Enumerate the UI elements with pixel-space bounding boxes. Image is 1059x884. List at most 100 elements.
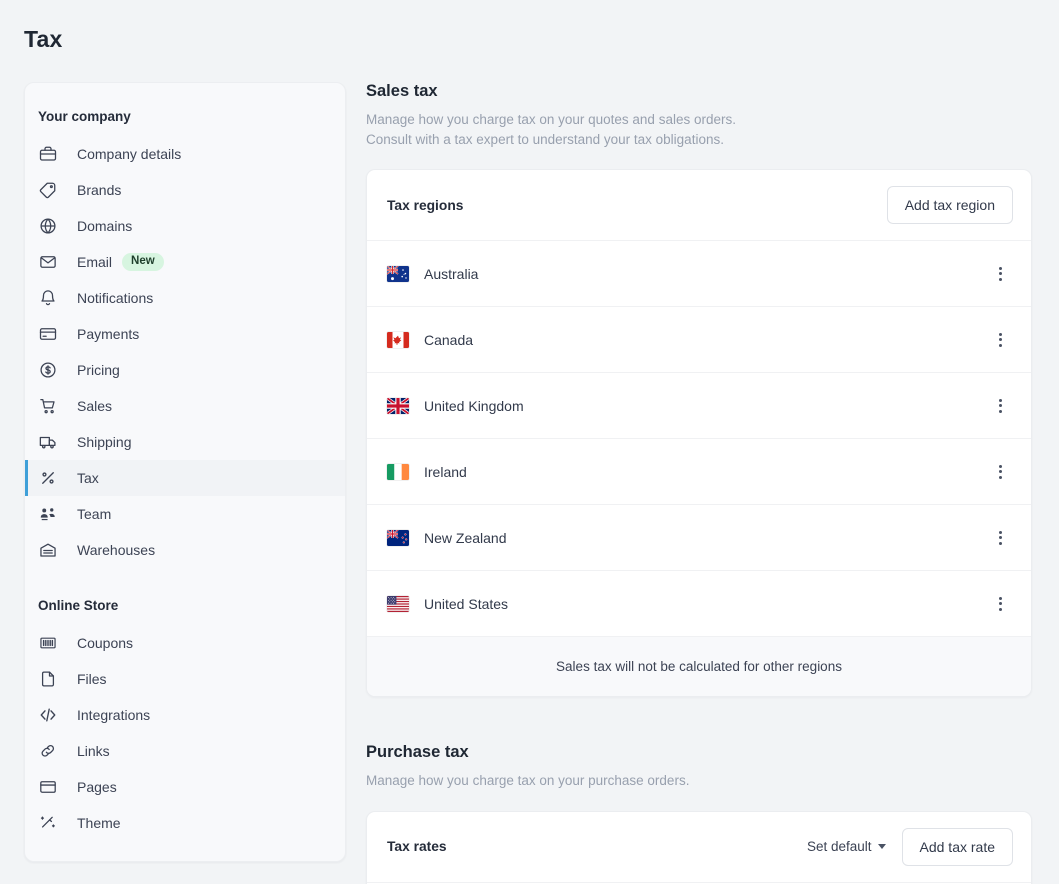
add-tax-region-button[interactable]: Add tax region xyxy=(886,186,1013,224)
briefcase-icon xyxy=(38,144,58,164)
code-icon xyxy=(38,705,58,725)
row-options-kebab-icon[interactable] xyxy=(989,593,1011,615)
sidebar-item-label: Shipping xyxy=(77,434,132,450)
tax-region-label: United Kingdom xyxy=(424,397,524,414)
status-badge-new: New xyxy=(122,253,164,271)
flag-ie-icon xyxy=(387,463,409,480)
sidebar-item-label: Warehouses xyxy=(77,542,156,558)
settings-sidebar: Your company Company details Brands Doma… xyxy=(24,82,346,862)
add-tax-rate-button[interactable]: Add tax rate xyxy=(901,827,1013,866)
sidebar-item-label: Files xyxy=(77,671,107,687)
sidebar-item-label: Tax xyxy=(77,470,99,486)
sidebar-item-team[interactable]: Team xyxy=(25,496,345,532)
tax-settings-page: Tax Your company Company details Brands xyxy=(0,0,1059,884)
barcode-icon xyxy=(38,633,58,653)
globe-icon xyxy=(38,216,58,236)
sidebar-item-notifications[interactable]: Notifications xyxy=(25,280,345,316)
row-options-kebab-icon[interactable] xyxy=(989,329,1011,351)
sidebar-item-brands[interactable]: Brands xyxy=(25,172,345,208)
tax-regions-card: Tax regions Add tax region Australia Can… xyxy=(366,169,1032,697)
main-content: Sales tax Manage how you charge tax on y… xyxy=(366,82,1032,884)
envelope-icon xyxy=(38,252,58,272)
set-default-dropdown[interactable]: Set default xyxy=(807,839,886,854)
table-row[interactable]: Canada xyxy=(367,306,1031,372)
flag-au-icon xyxy=(387,265,409,282)
tax-regions-heading: Tax regions xyxy=(387,197,464,213)
purchase-tax-description: Manage how you charge tax on your purcha… xyxy=(366,773,690,788)
sidebar-item-coupons[interactable]: Coupons xyxy=(25,625,345,661)
sidebar-group-title: Your company xyxy=(38,109,131,124)
tax-region-label: New Zealand xyxy=(424,529,507,546)
tax-region-label: Canada xyxy=(424,331,474,348)
sidebar-item-domains[interactable]: Domains xyxy=(25,208,345,244)
chevron-down-icon xyxy=(877,844,886,849)
sidebar-item-label: Integrations xyxy=(77,707,151,723)
flag-gb-icon xyxy=(387,397,409,414)
sidebar-item-sales[interactable]: Sales xyxy=(25,388,345,424)
window-icon xyxy=(38,777,58,797)
sales-tax-title: Sales tax xyxy=(366,82,438,100)
sidebar-group-online-store: Online Store Coupons Files Integrations … xyxy=(25,590,345,841)
tax-rates-card: Tax rates Set default Add tax rate No Ta… xyxy=(366,810,1032,884)
sidebar-item-label: Company details xyxy=(77,146,182,162)
warehouse-icon xyxy=(38,540,58,560)
row-options-kebab-icon[interactable] xyxy=(989,461,1011,483)
table-row[interactable]: United States xyxy=(367,570,1031,636)
sidebar-item-integrations[interactable]: Integrations xyxy=(25,697,345,733)
tag-icon xyxy=(38,180,58,200)
magic-wand-icon xyxy=(38,813,58,833)
tax-regions-card-header: Tax regions Add tax region xyxy=(367,170,1031,240)
sidebar-item-links[interactable]: Links xyxy=(25,733,345,769)
truck-icon xyxy=(38,432,58,452)
sidebar-item-label: Pages xyxy=(77,779,117,795)
link-icon xyxy=(38,741,58,761)
sidebar-item-label: Theme xyxy=(77,815,121,831)
sidebar-item-label: Payments xyxy=(77,326,140,342)
set-default-label: Set default xyxy=(806,839,872,854)
sidebar-item-theme[interactable]: Theme xyxy=(25,805,345,841)
purchase-tax-title: Purchase tax xyxy=(366,743,469,761)
tax-rates-actions: Set default Add tax rate xyxy=(807,827,1013,866)
table-row[interactable]: New Zealand xyxy=(367,504,1031,570)
sidebar-item-tax[interactable]: Tax xyxy=(25,460,345,496)
sidebar-item-pricing[interactable]: Pricing xyxy=(25,352,345,388)
sales-tax-description-line2: Consult with a tax expert to understand … xyxy=(366,131,724,147)
table-row[interactable]: Australia xyxy=(367,240,1031,306)
sidebar-item-label: Brands xyxy=(77,182,122,198)
sidebar-item-label: Pricing xyxy=(77,362,120,378)
sidebar-item-files[interactable]: Files xyxy=(25,661,345,697)
credit-card-icon xyxy=(38,324,58,344)
sales-tax-section: Sales tax Manage how you charge tax on y… xyxy=(366,82,1032,697)
tax-region-label: Ireland xyxy=(424,463,467,480)
tax-region-united-kingdom: United Kingdom xyxy=(387,397,524,414)
sidebar-group-your-company: Your company Company details Brands Doma… xyxy=(25,101,345,568)
sidebar-item-email[interactable]: Email New xyxy=(25,244,345,280)
flag-us-icon xyxy=(387,595,409,612)
sidebar-item-label: Links xyxy=(77,743,110,759)
tax-region-australia: Australia xyxy=(387,265,479,282)
page-title: Tax xyxy=(24,26,63,52)
sidebar-item-label: Team xyxy=(77,506,112,522)
row-options-kebab-icon[interactable] xyxy=(989,263,1011,285)
sidebar-item-payments[interactable]: Payments xyxy=(25,316,345,352)
sidebar-item-label: Sales xyxy=(77,398,113,414)
sidebar-item-shipping[interactable]: Shipping xyxy=(25,424,345,460)
row-options-kebab-icon[interactable] xyxy=(989,395,1011,417)
tax-region-label: Australia xyxy=(424,265,479,282)
tax-region-label: United States xyxy=(424,595,509,612)
sidebar-item-company-details[interactable]: Company details xyxy=(25,136,345,172)
row-options-kebab-icon[interactable] xyxy=(989,527,1011,549)
table-row[interactable]: United Kingdom xyxy=(367,372,1031,438)
sidebar-item-label: Notifications xyxy=(77,290,154,306)
tax-region-canada: Canada xyxy=(387,331,474,348)
flag-nz-icon xyxy=(387,529,409,546)
sidebar-item-label: Domains xyxy=(77,218,133,234)
purchase-tax-section: Purchase tax Manage how you charge tax o… xyxy=(366,743,1032,884)
flag-ca-icon xyxy=(387,331,409,348)
dollar-circle-icon xyxy=(38,360,58,380)
sidebar-group-title: Online Store xyxy=(38,598,119,613)
table-row[interactable]: Ireland xyxy=(367,438,1031,504)
sidebar-item-pages[interactable]: Pages xyxy=(25,769,345,805)
tax-regions-footnote: Sales tax will not be calculated for oth… xyxy=(367,636,1031,696)
sidebar-item-warehouses[interactable]: Warehouses xyxy=(25,532,345,568)
